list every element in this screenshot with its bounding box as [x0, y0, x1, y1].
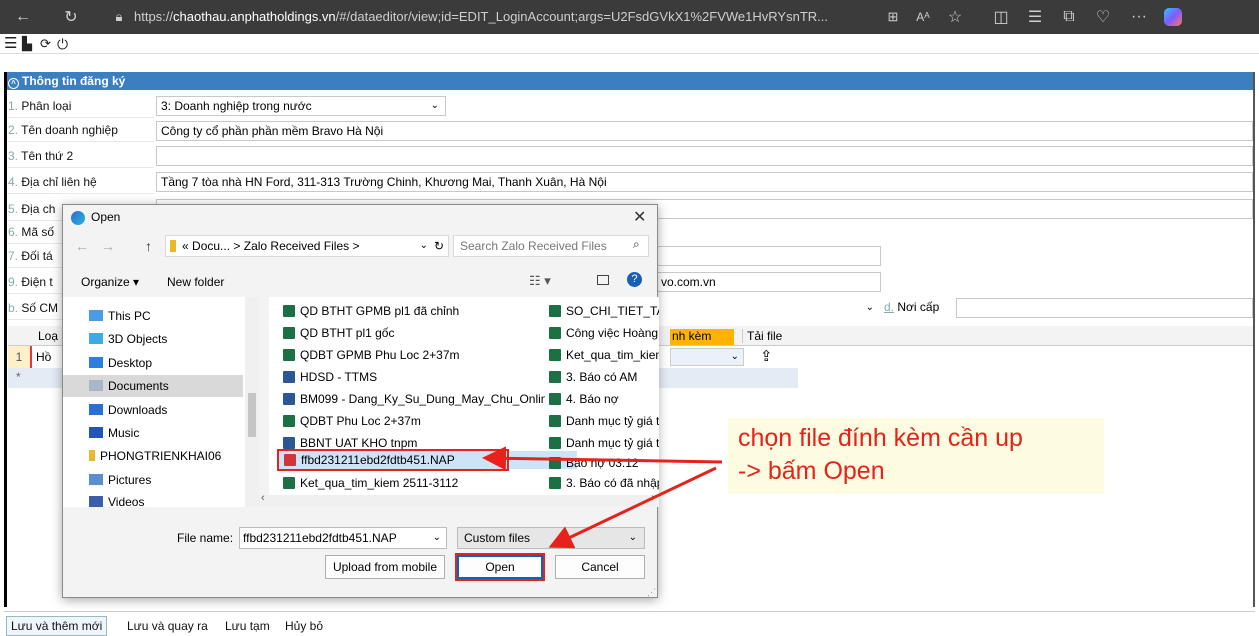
- annotation-arrows: [482, 446, 723, 549]
- arrow-to-file: [482, 446, 723, 471]
- arrow-to-open: [548, 466, 717, 549]
